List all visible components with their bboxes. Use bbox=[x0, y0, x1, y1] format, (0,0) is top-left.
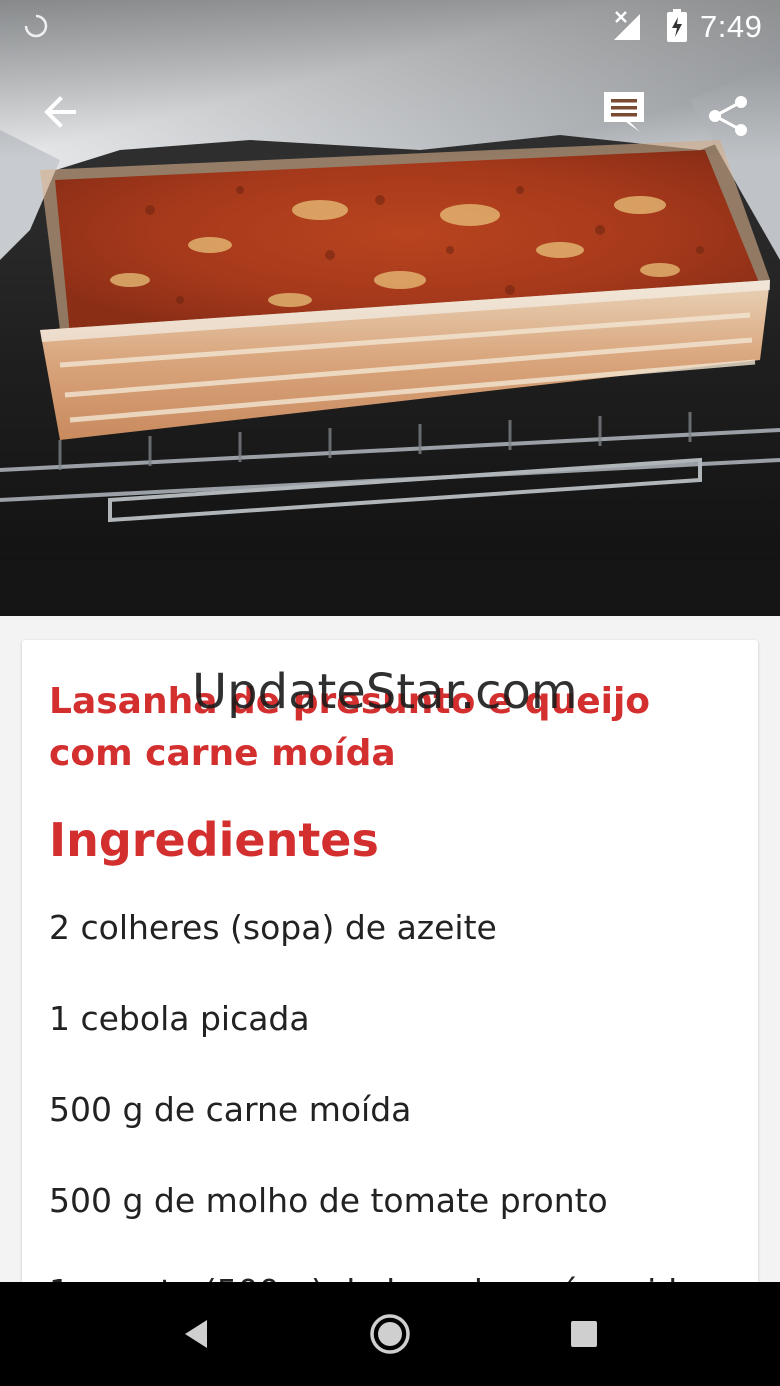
recipe-screen: 7:49 Lasanha de presunto e queijo com ca… bbox=[0, 0, 780, 1386]
recipe-photo bbox=[0, 0, 780, 616]
comments-button[interactable] bbox=[596, 84, 652, 140]
nav-recents-button[interactable] bbox=[558, 1308, 610, 1360]
status-bar: 7:49 bbox=[0, 0, 780, 52]
nav-home-button[interactable] bbox=[364, 1308, 416, 1360]
ingredient-item: 500 g de molho de tomate pronto bbox=[49, 1181, 608, 1220]
triangle-back-icon bbox=[185, 1320, 207, 1348]
square-recents-icon bbox=[571, 1321, 597, 1347]
sync-icon bbox=[24, 14, 48, 38]
signal-icon bbox=[614, 11, 640, 40]
arrow-left-icon bbox=[44, 96, 76, 128]
share-icon bbox=[709, 96, 747, 136]
lasagna-photo-illustration bbox=[0, 0, 780, 616]
ingredient-item: 1 cebola picada bbox=[49, 999, 310, 1038]
circle-home-icon bbox=[370, 1314, 410, 1354]
navigation-bar bbox=[0, 1282, 780, 1386]
ingredient-item: 500 g de carne moída bbox=[49, 1090, 412, 1129]
ingredient-item: 2 colheres (sopa) de azeite bbox=[49, 908, 497, 947]
recipe-card: Lasanha de presunto e queijo com carne m… bbox=[22, 640, 758, 1340]
nav-back-button[interactable] bbox=[170, 1308, 222, 1360]
status-time: 7:49 bbox=[700, 9, 763, 44]
ingredients-heading: Ingredientes bbox=[49, 813, 379, 867]
battery-charging-icon bbox=[667, 9, 687, 42]
ingredients-list: 2 colheres (sopa) de azeite 1 cebola pic… bbox=[49, 902, 749, 1340]
recipe-title: Lasanha de presunto e queijo com carne m… bbox=[49, 681, 651, 774]
comment-icon bbox=[604, 92, 644, 132]
share-button[interactable] bbox=[700, 88, 756, 144]
back-button[interactable] bbox=[32, 84, 88, 140]
